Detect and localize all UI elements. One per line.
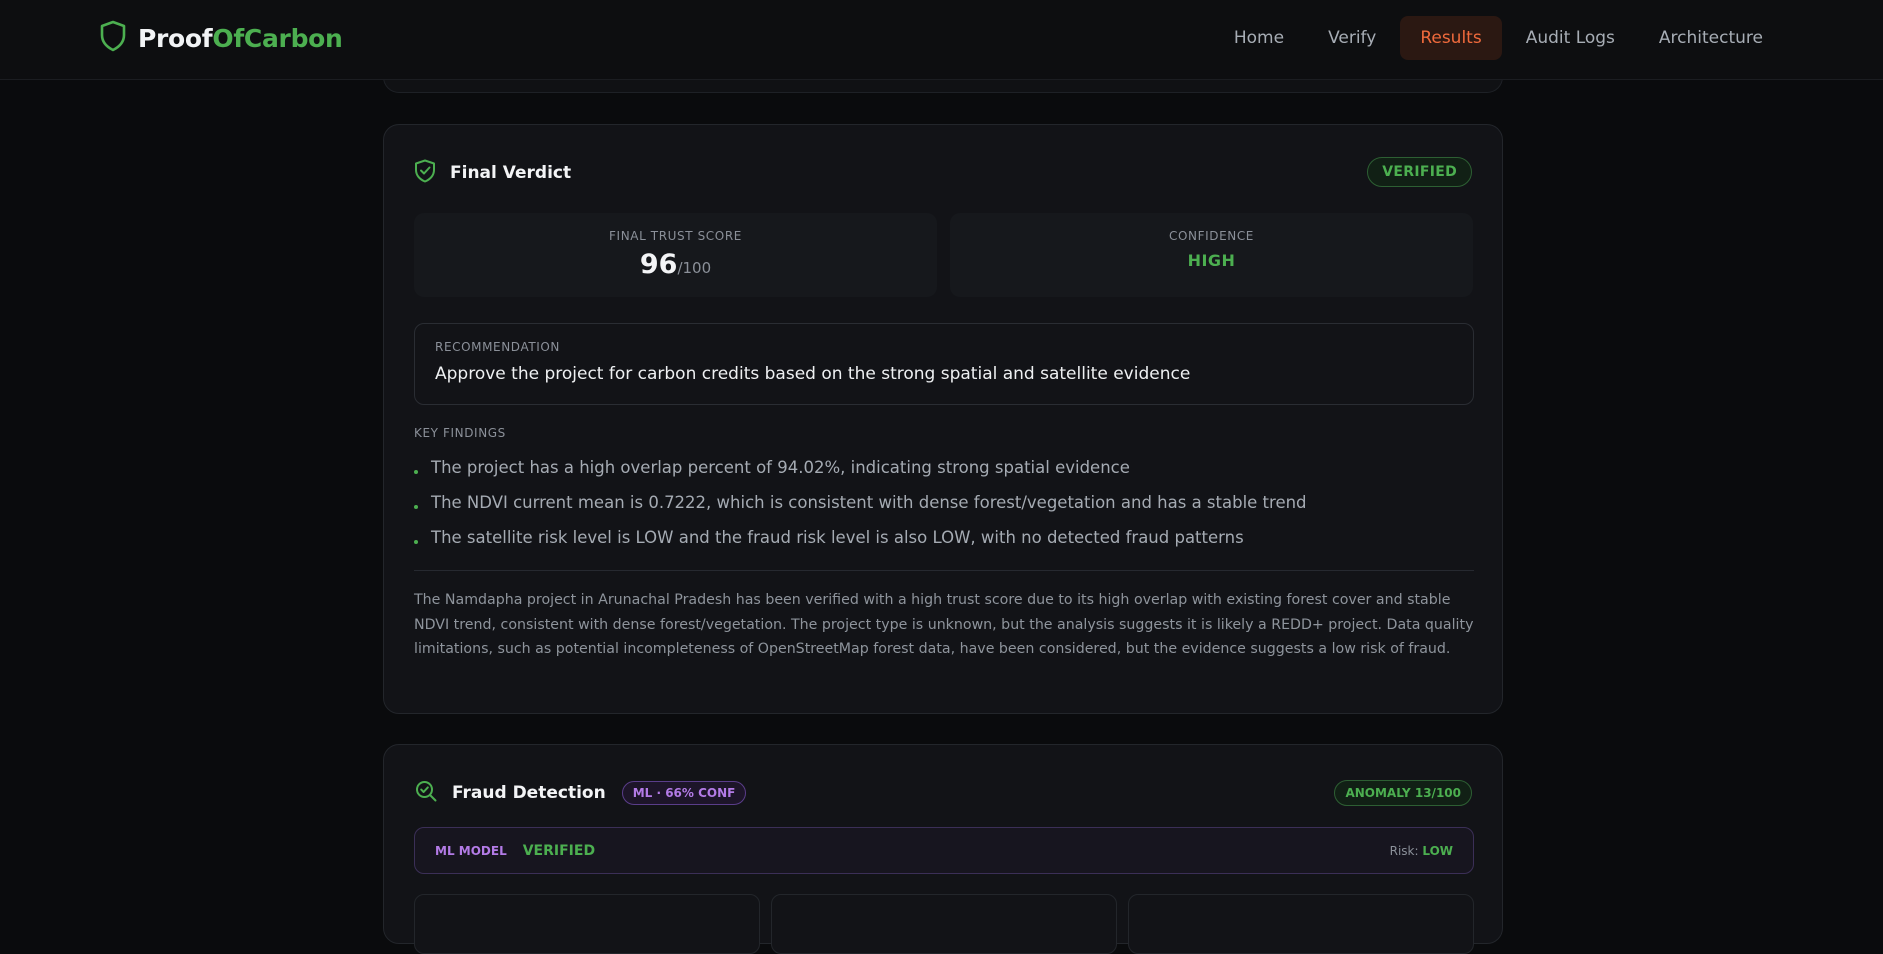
trust-score-value-row: 96/100	[414, 249, 937, 280]
brand-name-part-2: OfCarbon	[212, 23, 343, 53]
divider	[414, 570, 1474, 571]
anomaly-badge: ANOMALY 13/100	[1334, 780, 1472, 806]
ml-risk-label: Risk:	[1389, 843, 1423, 858]
finding-text: The satellite risk level is LOW and the …	[431, 528, 1244, 547]
brand-name: ProofOfCarbon	[138, 24, 343, 53]
nav-architecture[interactable]: Architecture	[1639, 16, 1783, 60]
key-findings-label: KEY FINDINGS	[414, 426, 506, 440]
trust-score-box: FINAL TRUST SCORE 96/100	[414, 213, 937, 297]
list-item: The NDVI current mean is 0.7222, which i…	[414, 485, 1474, 520]
fraud-metric-card	[1128, 894, 1474, 954]
shield-icon	[100, 20, 126, 56]
bullet-icon	[414, 539, 418, 544]
trust-score-label: FINAL TRUST SCORE	[609, 229, 742, 243]
finding-text: The project has a high overlap percent o…	[431, 458, 1130, 477]
nav-home[interactable]: Home	[1214, 16, 1304, 60]
confidence-value: HIGH	[1187, 251, 1236, 270]
ml-risk: Risk: LOW	[1390, 844, 1453, 858]
verdict-summary: The Namdapha project in Arunachal Prades…	[414, 592, 1474, 657]
confidence-box: CONFIDENCE HIGH	[950, 213, 1473, 297]
shield-check-icon	[414, 159, 436, 187]
nav-verify[interactable]: Verify	[1308, 16, 1396, 60]
final-verdict-card: Final Verdict VERIFIED FINAL TRUST SCORE…	[383, 124, 1503, 714]
recommendation-text: Approve the project for carbon credits b…	[435, 364, 1191, 384]
search-check-icon	[414, 779, 438, 807]
finding-text: The NDVI current mean is 0.7222, which i…	[431, 493, 1307, 512]
bullet-icon	[414, 469, 418, 474]
list-item: The satellite risk level is LOW and the …	[414, 520, 1474, 555]
key-findings-list: The project has a high overlap percent o…	[414, 450, 1474, 555]
nav-results[interactable]: Results	[1400, 15, 1502, 60]
fraud-metric-card	[771, 894, 1117, 954]
recommendation-box: RECOMMENDATION Approve the project for c…	[414, 323, 1474, 405]
trust-score-value: 96	[639, 249, 678, 280]
ml-risk-value: LOW	[1422, 843, 1453, 858]
recommendation-label: RECOMMENDATION	[435, 340, 561, 354]
brand-name-part-1: Proof	[138, 23, 213, 53]
fraud-detection-card: Fraud Detection ML · 66% CONF ANOMALY 13…	[383, 744, 1503, 954]
main-nav: Home Verify Results Audit Logs Architect…	[1214, 15, 1783, 60]
confidence-label: CONFIDENCE	[1168, 229, 1254, 243]
bullet-icon	[414, 504, 418, 509]
fraud-metric-card	[414, 894, 760, 954]
list-item: The project has a high overlap percent o…	[414, 450, 1474, 485]
verdict-title: Final Verdict	[450, 163, 572, 183]
brand-logo[interactable]: ProofOfCarbon	[100, 20, 343, 56]
top-navbar: ProofOfCarbon Home Verify Results Audit …	[0, 0, 1883, 80]
ml-model-row: ML MODEL VERIFIED Risk: LOW	[414, 827, 1474, 874]
ml-confidence-badge: ML · 66% CONF	[621, 781, 747, 805]
trust-score-suffix: /100	[677, 259, 712, 277]
verdict-status-badge: VERIFIED	[1367, 157, 1472, 187]
fraud-header: Fraud Detection ML · 66% CONF ANOMALY 13…	[414, 777, 1472, 809]
ml-verdict: VERIFIED	[522, 842, 596, 859]
fraud-title: Fraud Detection	[452, 783, 606, 803]
ml-model-label: ML MODEL	[435, 843, 507, 858]
nav-audit-logs[interactable]: Audit Logs	[1506, 16, 1635, 60]
verdict-header: Final Verdict VERIFIED	[414, 157, 1472, 189]
